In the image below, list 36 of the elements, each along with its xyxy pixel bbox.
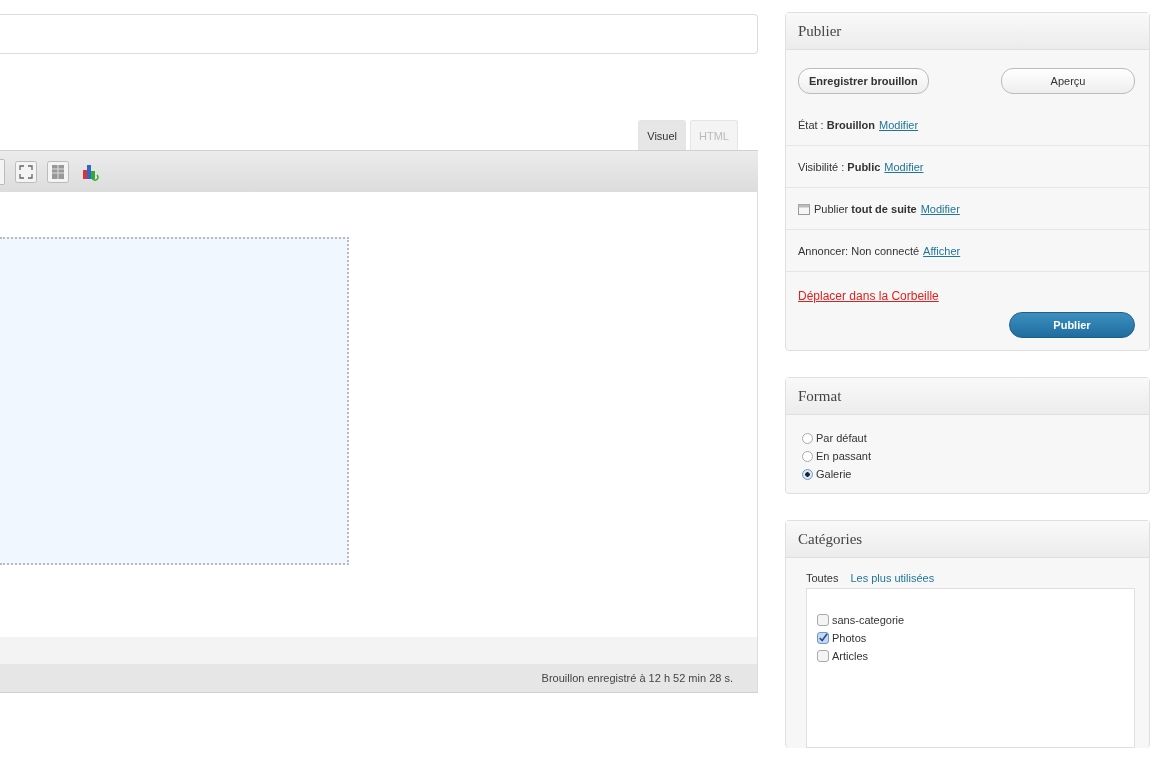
panel-title: Publier xyxy=(798,22,842,40)
status-text: Visibilité : Public xyxy=(798,160,881,173)
autosave-status: Brouillon enregistré à 12 h 52 min 28 s. xyxy=(541,672,733,684)
calendar-icon xyxy=(798,202,810,215)
preview-button[interactable]: Aperçu xyxy=(1001,68,1135,94)
editor-tab[interactable]: Visuel xyxy=(638,120,687,150)
status-text: État : Brouillon xyxy=(798,118,876,131)
option-label: Par défaut xyxy=(816,432,867,444)
panel-title: Format xyxy=(798,387,842,405)
category-label: sans-categorie xyxy=(832,614,905,626)
radio-button[interactable] xyxy=(802,432,813,444)
save-draft-button[interactable]: Enregistrer brouillon xyxy=(798,68,929,94)
status-text: Publier tout de suite xyxy=(814,202,917,215)
checkbox[interactable] xyxy=(817,632,829,644)
publish-button[interactable]: Publier xyxy=(1009,312,1135,338)
checkbox[interactable] xyxy=(817,614,829,626)
fullscreen-icon[interactable] xyxy=(15,160,37,183)
edit-link[interactable]: Modifier xyxy=(920,202,960,215)
status-text: Annoncer: Non connecté xyxy=(798,244,920,257)
edit-link[interactable]: Afficher xyxy=(923,244,961,257)
title-field[interactable] xyxy=(0,14,758,54)
toolbar-grid-icon[interactable] xyxy=(47,160,69,183)
toolbar-button[interactable] xyxy=(0,158,5,185)
edit-link[interactable]: Modifier xyxy=(879,118,919,131)
radio-button[interactable] xyxy=(802,450,813,462)
category-label: Photos xyxy=(832,632,867,644)
category-tab[interactable]: Les plus utilisées xyxy=(850,572,935,588)
option-label: Galerie xyxy=(816,468,852,480)
radio-button[interactable] xyxy=(802,468,813,480)
option-label: En passant xyxy=(816,450,872,462)
trash-link[interactable]: Déplacer dans la Corbeille xyxy=(798,289,939,303)
category-tab[interactable]: Toutes xyxy=(806,572,839,588)
edit-link[interactable]: Modifier xyxy=(884,160,924,173)
panel-title: Catégories xyxy=(798,530,863,548)
checkbox[interactable] xyxy=(817,650,829,662)
category-label: Articles xyxy=(832,650,869,662)
